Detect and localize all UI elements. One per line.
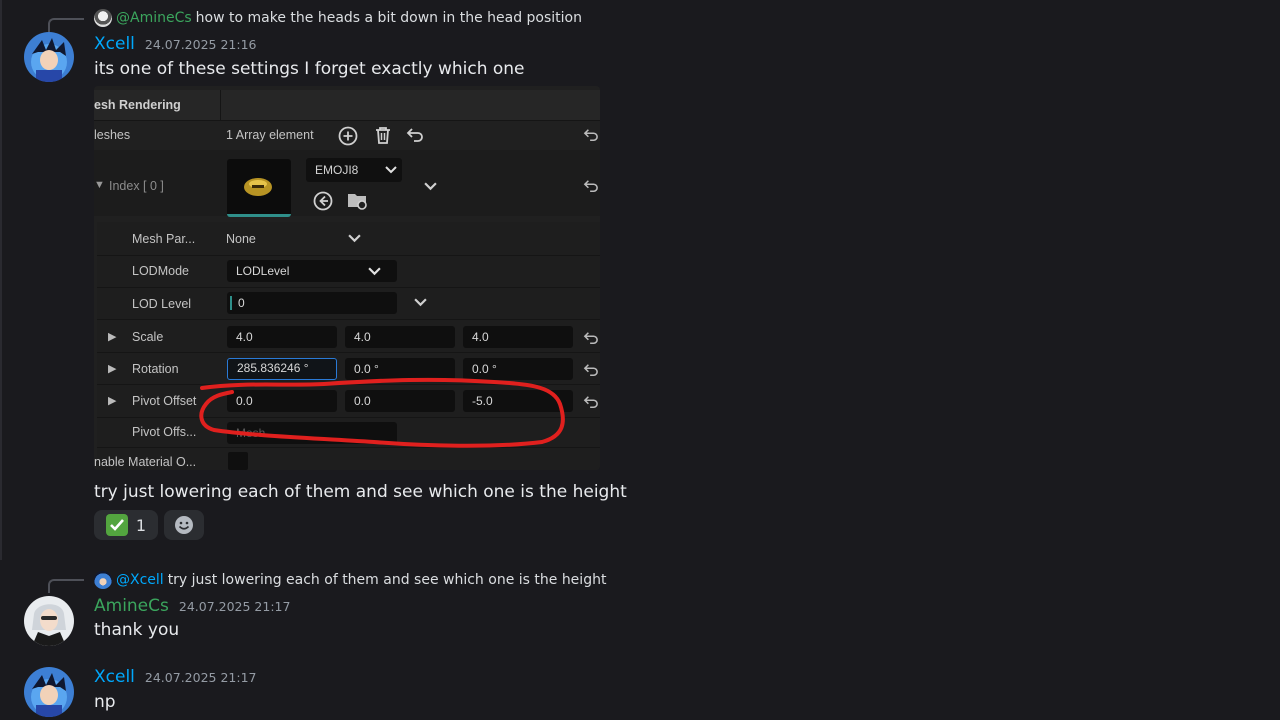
row-divider [97,287,600,288]
message-header: Xcell 24.07.2025 21:17 [94,667,256,687]
lod-mode-label: LODMode [132,264,189,278]
smiley-icon [175,516,193,534]
pivot-offset-z-input[interactable]: -5.0 [463,390,573,412]
pivot-offset-mode-label: Pivot Offs... [132,425,197,439]
amine-avatar[interactable] [24,596,74,646]
reply-mention[interactable]: @AmineCs [116,10,192,26]
message-header: Xcell 24.07.2025 21:16 [94,34,256,54]
scale-label: Scale [132,330,164,344]
author-name[interactable]: Xcell [94,34,135,54]
attached-image[interactable]: esh Rendering leshes 1 Array element ▼ I… [94,86,600,470]
browse-back-icon[interactable] [312,190,334,212]
reply-text[interactable]: how to make the heads a bit down in the … [196,10,582,26]
row-divider [97,352,600,353]
xcell-avatar[interactable] [24,32,74,82]
section-header: esh Rendering [94,90,600,121]
reset-to-default-icon[interactable] [583,179,599,193]
row-divider [97,417,600,418]
lod-mode-value: LODLevel [236,264,290,278]
enable-material-checkbox[interactable] [228,452,248,470]
reset-icon[interactable] [406,127,424,143]
message-text: np [94,692,116,712]
reset-to-default-icon[interactable] [583,331,599,345]
index-expand-chevron-icon[interactable] [424,182,437,191]
meshes-label: leshes [94,128,131,142]
reaction-check[interactable]: 1 [94,510,158,540]
row-divider [97,319,600,320]
row-divider [97,447,600,448]
timestamp: 24.07.2025 21:16 [144,37,257,52]
rotation-z-input[interactable]: 0.0 ° [463,358,573,380]
scale-z-input[interactable]: 4.0 [463,326,573,348]
emoji-mesh-icon [244,178,272,196]
message-text: try just lowering each of them and see w… [94,482,627,502]
expand-triangle-icon[interactable]: ▶ [108,362,116,375]
pivot-offset-label: Pivot Offset [132,394,197,408]
browse-folder-icon[interactable] [346,190,370,212]
delete-icon[interactable] [373,125,393,145]
expand-arrow[interactable]: ▼ [94,179,105,191]
message-text: thank you [94,620,180,640]
xcell-avatar[interactable] [24,667,74,717]
index-label: Index [ 0 ] [109,179,164,193]
reply-spine [48,18,84,32]
reset-to-default-icon[interactable] [583,363,599,377]
pivot-offset-x-input[interactable]: 0.0 [227,390,337,412]
reply-text[interactable]: try just lowering each of them and see w… [168,572,607,588]
reply-preview[interactable]: @Xcell try just lowering each of them an… [94,570,606,590]
lod-level-value: 0 [238,296,245,310]
meshes-count: 1 Array element [226,128,314,142]
rotation-label: Rotation [132,362,179,376]
reply-spine [48,579,84,593]
message-text: its one of these settings I forget exact… [94,59,525,79]
check-mark-icon [105,514,128,536]
chevron-down-icon[interactable] [348,234,361,243]
xcell-mini-avatar [94,571,112,589]
add-element-icon[interactable] [337,125,359,147]
amine-mini-avatar [94,9,112,27]
mesh-parent-label: Mesh Par... [132,232,196,246]
mesh-parent-value[interactable]: None [226,232,256,246]
reset-to-default-icon[interactable] [583,128,599,142]
mesh-asset-name: EMOJI8 [315,163,359,177]
add-reaction-button[interactable] [164,510,204,540]
mesh-thumbnail[interactable] [227,159,291,217]
lod-level-label: LOD Level [132,297,192,311]
message-header: AmineCs 24.07.2025 21:17 [94,596,290,616]
reset-to-default-icon[interactable] [583,395,599,409]
reaction-count: 1 [135,515,147,535]
rotation-y-input[interactable]: 0.0 ° [345,358,455,380]
chevron-down-icon [368,267,381,276]
channel-edge [0,0,2,560]
timestamp: 24.07.2025 21:17 [178,599,291,614]
chevron-down-icon[interactable] [414,298,427,307]
row-divider [97,255,600,256]
author-name[interactable]: AmineCs [94,596,169,616]
scale-x-input[interactable]: 4.0 [227,326,337,348]
expand-triangle-icon[interactable]: ▶ [108,394,116,407]
pivot-offset-mode-dropdown[interactable]: Mesh [227,422,397,444]
mesh-asset-dropdown[interactable]: EMOJI8 [306,158,402,182]
section-title: esh Rendering [94,98,181,112]
rotation-x-input[interactable]: 285.836246 ° [227,358,337,380]
pivot-offset-mode-value: Mesh [236,426,266,440]
author-name[interactable]: Xcell [94,667,135,687]
scale-y-input[interactable]: 4.0 [345,326,455,348]
enable-material-label: nable Material O... [94,455,197,469]
row-divider [97,384,600,385]
pivot-offset-y-input[interactable]: 0.0 [345,390,455,412]
text-cursor [230,296,232,310]
lod-level-input[interactable]: 0 [227,292,397,314]
reply-mention[interactable]: @Xcell [116,572,164,588]
column-divider [220,90,221,120]
reply-preview[interactable]: @AmineCs how to make the heads a bit dow… [94,8,582,28]
timestamp: 24.07.2025 21:17 [144,670,257,685]
expand-triangle-icon[interactable]: ▶ [108,330,116,343]
chevron-down-icon [385,166,397,174]
